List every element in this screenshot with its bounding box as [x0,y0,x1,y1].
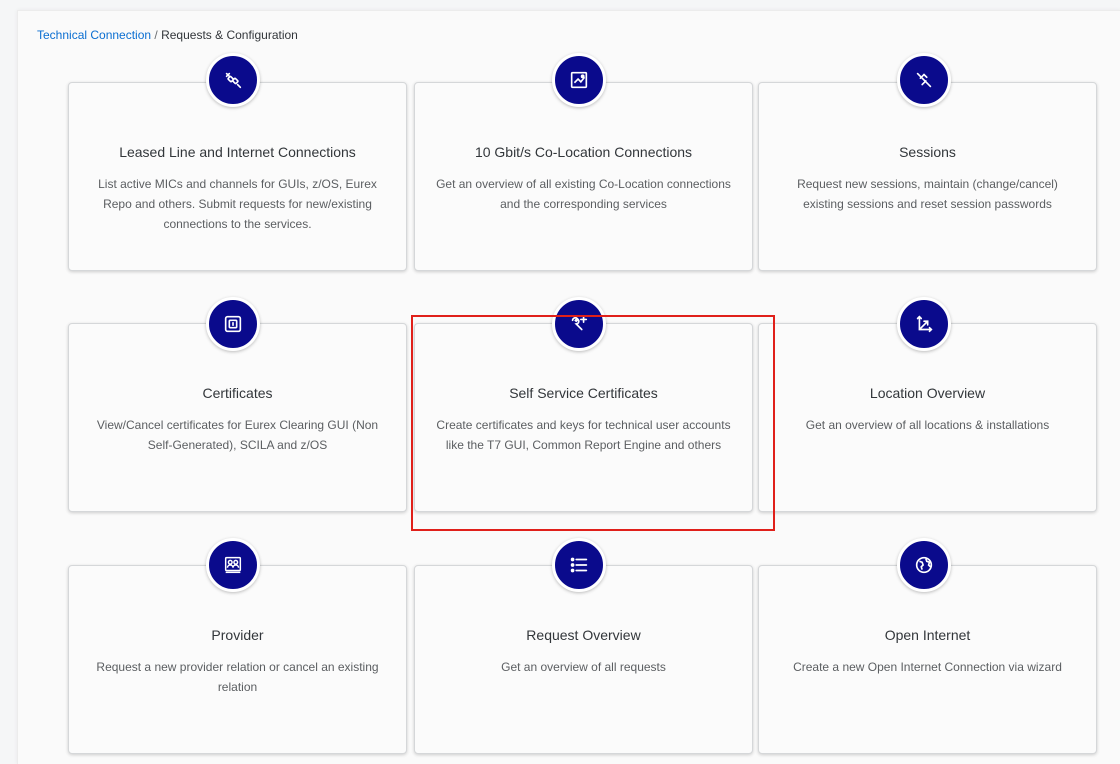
breadcrumb-current: Requests & Configuration [161,28,298,42]
tile-co-location[interactable]: 10 Gbit/s Co-Location Connections Get an… [414,82,753,271]
tile-description: Get an overview of all requests [501,660,666,674]
breadcrumb: Technical Connection / Requests & Config… [37,28,298,42]
tile-title: Request Overview [526,627,641,643]
tile-location-overview[interactable]: Location Overview Get an overview of all… [758,323,1097,512]
tile-provider[interactable]: Provider Request a new provider relation… [68,565,407,754]
network-map-icon [552,53,606,107]
disconnected-icon [897,53,951,107]
tile-description: List active MICs and channels for GUIs, … [98,177,377,231]
breadcrumb-link-technical-connection[interactable]: Technical Connection [37,28,151,42]
list-icon [552,538,606,592]
wrench-add-icon [552,297,606,351]
globe-icon [897,538,951,592]
group-contacts-icon [206,538,260,592]
tile-description: Create a new Open Internet Connection vi… [793,660,1062,674]
tile-title: Self Service Certificates [509,385,658,401]
tile-certificates[interactable]: Certificates View/Cancel certificates fo… [68,323,407,512]
tile-description: Get an overview of all existing Co-Locat… [436,177,731,211]
tile-title: Location Overview [869,385,986,401]
tile-self-service-certificates[interactable]: Self Service Certificates Create certifi… [414,323,753,512]
tile-request-overview[interactable]: Request Overview Get an overview of all … [414,565,753,754]
plug-disconnect-icon [206,53,260,107]
tile-description: Request a new provider relation or cance… [96,660,379,694]
tile-title: Open Internet [884,627,971,643]
tile-title: Provider [211,627,264,643]
tile-title: Leased Line and Internet Connections [119,144,356,160]
breadcrumb-separator: / [151,28,162,42]
tile-description: View/Cancel certificates for Eurex Clear… [96,418,379,452]
tile-description: Request new sessions, maintain (change/c… [797,177,1058,211]
tile-open-internet[interactable]: Open Internet Create a new Open Internet… [758,565,1097,754]
tile-title: Certificates [202,385,273,401]
tile-title: Sessions [899,144,956,160]
tile-description: Get an overview of all locations & insta… [805,418,1050,432]
tile-leased-line[interactable]: Leased Line and Internet Connections Lis… [68,82,407,271]
axis-arrows-icon [897,297,951,351]
tile-title: 10 Gbit/s Co-Location Connections [474,144,693,160]
certificate-icon [206,297,260,351]
tile-sessions[interactable]: Sessions Request new sessions, maintain … [758,82,1097,271]
tile-description: Create certificates and keys for technic… [436,418,731,452]
